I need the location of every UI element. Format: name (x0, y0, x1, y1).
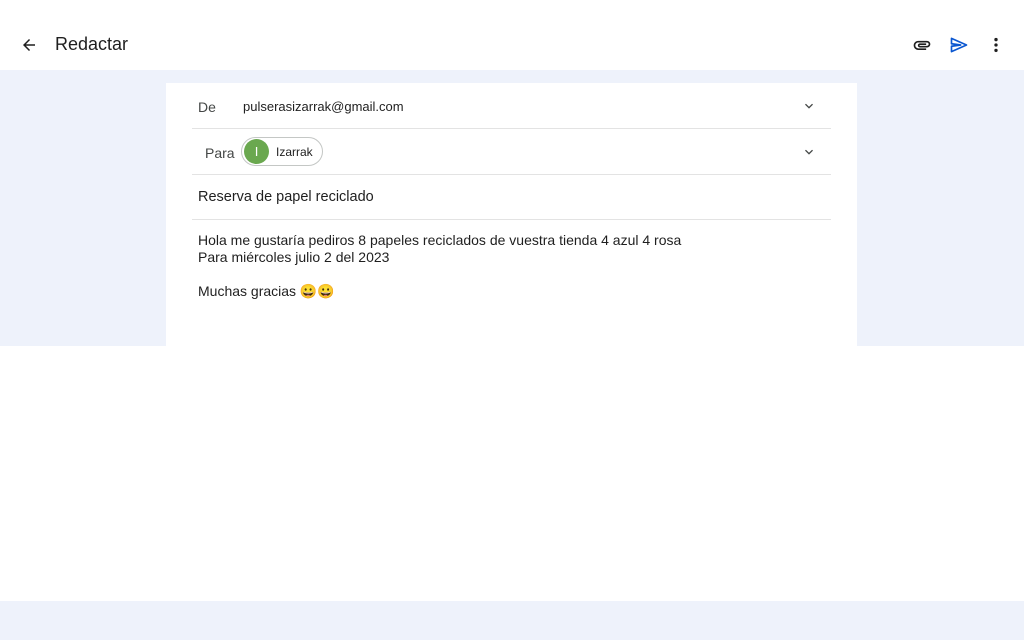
send-button[interactable] (944, 30, 974, 60)
subject-text: Reserva de papel reciclado (198, 189, 374, 205)
from-expand-button[interactable] (799, 96, 819, 116)
attach-button[interactable] (907, 30, 937, 60)
more-vert-icon (994, 37, 998, 53)
recipient-chip[interactable]: I Izarrak (241, 137, 323, 166)
body-line: Muchas gracias 😀😀 (198, 283, 335, 299)
to-expand-button[interactable] (799, 142, 819, 162)
paperclip-icon (913, 40, 931, 50)
avatar: I (244, 139, 269, 164)
to-row[interactable]: Para I Izarrak (192, 129, 831, 175)
more-options-button[interactable] (981, 30, 1011, 60)
from-row[interactable]: De pulserasizarrak@gmail.com (192, 83, 831, 129)
body-blank-line (198, 266, 828, 283)
recipient-name: Izarrak (276, 144, 313, 159)
arrow-back-icon (23, 39, 35, 51)
back-button[interactable] (14, 30, 44, 60)
from-label: De (198, 99, 216, 115)
subject-field[interactable]: Reserva de papel reciclado (192, 175, 831, 220)
from-address: pulserasizarrak@gmail.com (243, 99, 404, 114)
body-line: Para miércoles julio 2 del 2023 (198, 249, 390, 265)
bottom-bar (0, 601, 1024, 640)
chevron-down-icon (805, 149, 813, 155)
to-label: Para (205, 145, 235, 161)
body-line: Hola me gustaría pediros 8 papeles recic… (198, 232, 682, 248)
send-icon (950, 37, 968, 53)
chevron-down-icon (805, 103, 813, 109)
page-title: Redactar (55, 34, 129, 54)
message-body[interactable]: Hola me gustaría pediros 8 papeles recic… (198, 232, 828, 300)
top-app-bar: Redactar (0, 0, 1024, 70)
